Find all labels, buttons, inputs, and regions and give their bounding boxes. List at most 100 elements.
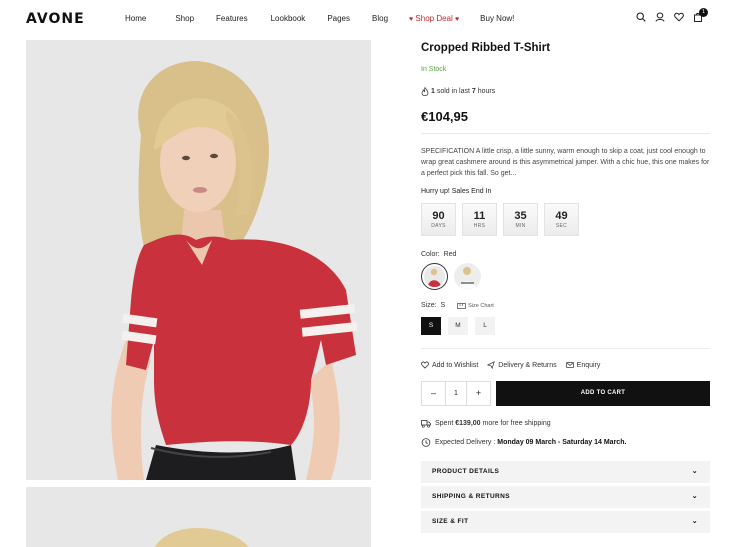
countdown-value: 35 bbox=[514, 210, 527, 222]
product-image-main[interactable] bbox=[26, 40, 371, 480]
sale-countdown-heading: Hurry up! Sales End In bbox=[421, 188, 492, 195]
accordion-label: PRODUCT DETAILS bbox=[432, 468, 500, 475]
shipping-prefix: Spent bbox=[435, 420, 454, 427]
fire-icon bbox=[421, 87, 429, 96]
stock-status: In Stock bbox=[421, 66, 447, 73]
clock-icon bbox=[421, 438, 431, 447]
color-selector-label: Color: Red bbox=[421, 251, 456, 258]
countdown-label: MIN bbox=[515, 223, 526, 229]
countdown-minutes: 35 MIN bbox=[503, 203, 538, 236]
wishlist-heart-icon[interactable] bbox=[674, 12, 684, 22]
countdown-label: DAYS bbox=[431, 223, 446, 229]
color-swatches bbox=[421, 263, 487, 290]
product-price: €104,95 bbox=[421, 109, 468, 124]
nav-features[interactable]: Features bbox=[216, 14, 248, 23]
size-option-s[interactable]: S bbox=[421, 317, 441, 335]
swatch-thumbnail bbox=[454, 263, 481, 290]
product-title: Cropped Ribbed T-Shirt bbox=[421, 42, 551, 54]
add-to-cart-button[interactable]: ADD TO CART bbox=[496, 381, 710, 406]
model-illustration bbox=[26, 40, 371, 480]
countdown-hours: 11 HRS bbox=[462, 203, 497, 236]
quantity-decrease-button[interactable]: – bbox=[422, 382, 445, 405]
sold-count: 1 bbox=[431, 88, 435, 95]
accordion-shipping-returns[interactable]: SHIPPING & RETURNS ⌄ bbox=[421, 486, 710, 508]
model-illustration-secondary bbox=[26, 487, 371, 547]
heart-icon: ♥ bbox=[455, 16, 460, 23]
delivery-label: Expected Delivery : bbox=[435, 439, 496, 446]
wishlist-label: Add to Wishlist bbox=[432, 361, 479, 369]
countdown-value: 90 bbox=[432, 210, 445, 222]
size-chart-label: Size Chart bbox=[468, 302, 494, 309]
nav-home[interactable]: Home bbox=[125, 14, 146, 23]
enquiry-label: Enquiry bbox=[576, 361, 601, 369]
delivery-returns-label: Delivery & Returns bbox=[498, 361, 557, 369]
ruler-icon bbox=[457, 302, 466, 309]
user-icon[interactable] bbox=[655, 12, 665, 22]
chevron-down-icon: ⌄ bbox=[691, 468, 698, 475]
product-image-secondary[interactable] bbox=[26, 487, 371, 547]
divider bbox=[421, 348, 710, 349]
quantity-input[interactable]: 1 bbox=[445, 382, 467, 405]
size-value: S bbox=[440, 302, 446, 309]
size-option-m[interactable]: M bbox=[448, 317, 468, 335]
heart-icon: ♥ bbox=[409, 16, 414, 23]
cart-icon[interactable]: 1 bbox=[693, 8, 708, 22]
sold-text-mid: sold in last bbox=[436, 88, 470, 95]
search-icon[interactable] bbox=[636, 12, 646, 22]
nav-lookbook[interactable]: Lookbook bbox=[271, 14, 306, 23]
countdown-label: SEC bbox=[555, 223, 568, 229]
size-label: Size: bbox=[421, 302, 437, 309]
product-description: SPECIFICATION A little crisp, a little s… bbox=[421, 148, 710, 177]
sold-hours: 7 bbox=[471, 88, 476, 95]
size-options: S M L bbox=[421, 317, 502, 335]
color-swatch-red[interactable] bbox=[421, 263, 448, 290]
countdown-value: 11 bbox=[473, 210, 486, 222]
nav-shop[interactable]: Shop bbox=[175, 14, 194, 23]
free-shipping-notice: Spent €139,00 more for free shipping bbox=[421, 419, 551, 428]
nav-shop-deal-label: Shop Deal bbox=[415, 14, 453, 23]
send-icon bbox=[487, 361, 496, 369]
accordion-label: SHIPPING & RETURNS bbox=[432, 493, 510, 500]
accordion-label: SIZE & FIT bbox=[432, 518, 469, 525]
nav-blog[interactable]: Blog bbox=[372, 14, 388, 23]
sold-counter: 1 sold in last 7 hours bbox=[421, 87, 495, 96]
size-option-l[interactable]: L bbox=[475, 317, 495, 335]
main-nav: Home Shop Features Lookbook Pages Blog ♥… bbox=[125, 14, 514, 23]
nav-buy-now[interactable]: Buy Now! bbox=[480, 14, 514, 23]
countdown-value: 49 bbox=[555, 210, 568, 222]
site-logo[interactable]: AVONE bbox=[26, 11, 85, 27]
color-swatch-white[interactable] bbox=[454, 263, 481, 290]
color-label: Color: bbox=[421, 251, 440, 258]
swatch-thumbnail bbox=[424, 266, 445, 287]
sold-text-end: hours bbox=[477, 88, 496, 95]
quantity-stepper: – 1 + bbox=[421, 381, 491, 406]
sale-countdown: 90 DAYS 11 HRS 35 MIN 49 SEC bbox=[421, 203, 585, 236]
quantity-increase-button[interactable]: + bbox=[467, 382, 490, 405]
product-action-links: Add to Wishlist Delivery & Returns Enqui… bbox=[421, 361, 609, 369]
countdown-days: 90 DAYS bbox=[421, 203, 456, 236]
shipping-suffix: more for free shipping bbox=[482, 420, 551, 427]
chevron-down-icon: ⌄ bbox=[691, 493, 698, 500]
heart-icon bbox=[421, 361, 429, 369]
chevron-down-icon: ⌄ bbox=[691, 518, 698, 525]
size-selector-label: Size: S Size Chart bbox=[421, 302, 494, 309]
mail-icon bbox=[565, 362, 574, 368]
site-header: AVONE Home Shop Features Lookbook Pages … bbox=[0, 0, 734, 38]
cart-count-badge: 1 bbox=[699, 8, 708, 17]
countdown-label: HRS bbox=[473, 223, 486, 229]
add-to-wishlist-link[interactable]: Add to Wishlist bbox=[421, 361, 478, 369]
delivery-returns-link[interactable]: Delivery & Returns bbox=[487, 361, 557, 369]
divider bbox=[421, 133, 710, 134]
nav-pages[interactable]: Pages bbox=[327, 14, 350, 23]
accordion-product-details[interactable]: PRODUCT DETAILS ⌄ bbox=[421, 461, 710, 483]
truck-icon bbox=[421, 420, 431, 428]
expected-delivery: Expected Delivery : Monday 09 March - Sa… bbox=[421, 438, 626, 447]
shipping-amount: €139,00 bbox=[455, 420, 481, 427]
enquiry-link[interactable]: Enquiry bbox=[565, 361, 601, 369]
accordion-size-fit[interactable]: SIZE & FIT ⌄ bbox=[421, 511, 710, 533]
color-value: Red bbox=[443, 251, 457, 258]
size-chart-link[interactable]: Size Chart bbox=[457, 303, 494, 309]
countdown-seconds: 49 SEC bbox=[544, 203, 579, 236]
header-icons: 1 bbox=[636, 8, 712, 22]
nav-shop-deal[interactable]: ♥ Shop Deal ♥ bbox=[409, 14, 459, 23]
